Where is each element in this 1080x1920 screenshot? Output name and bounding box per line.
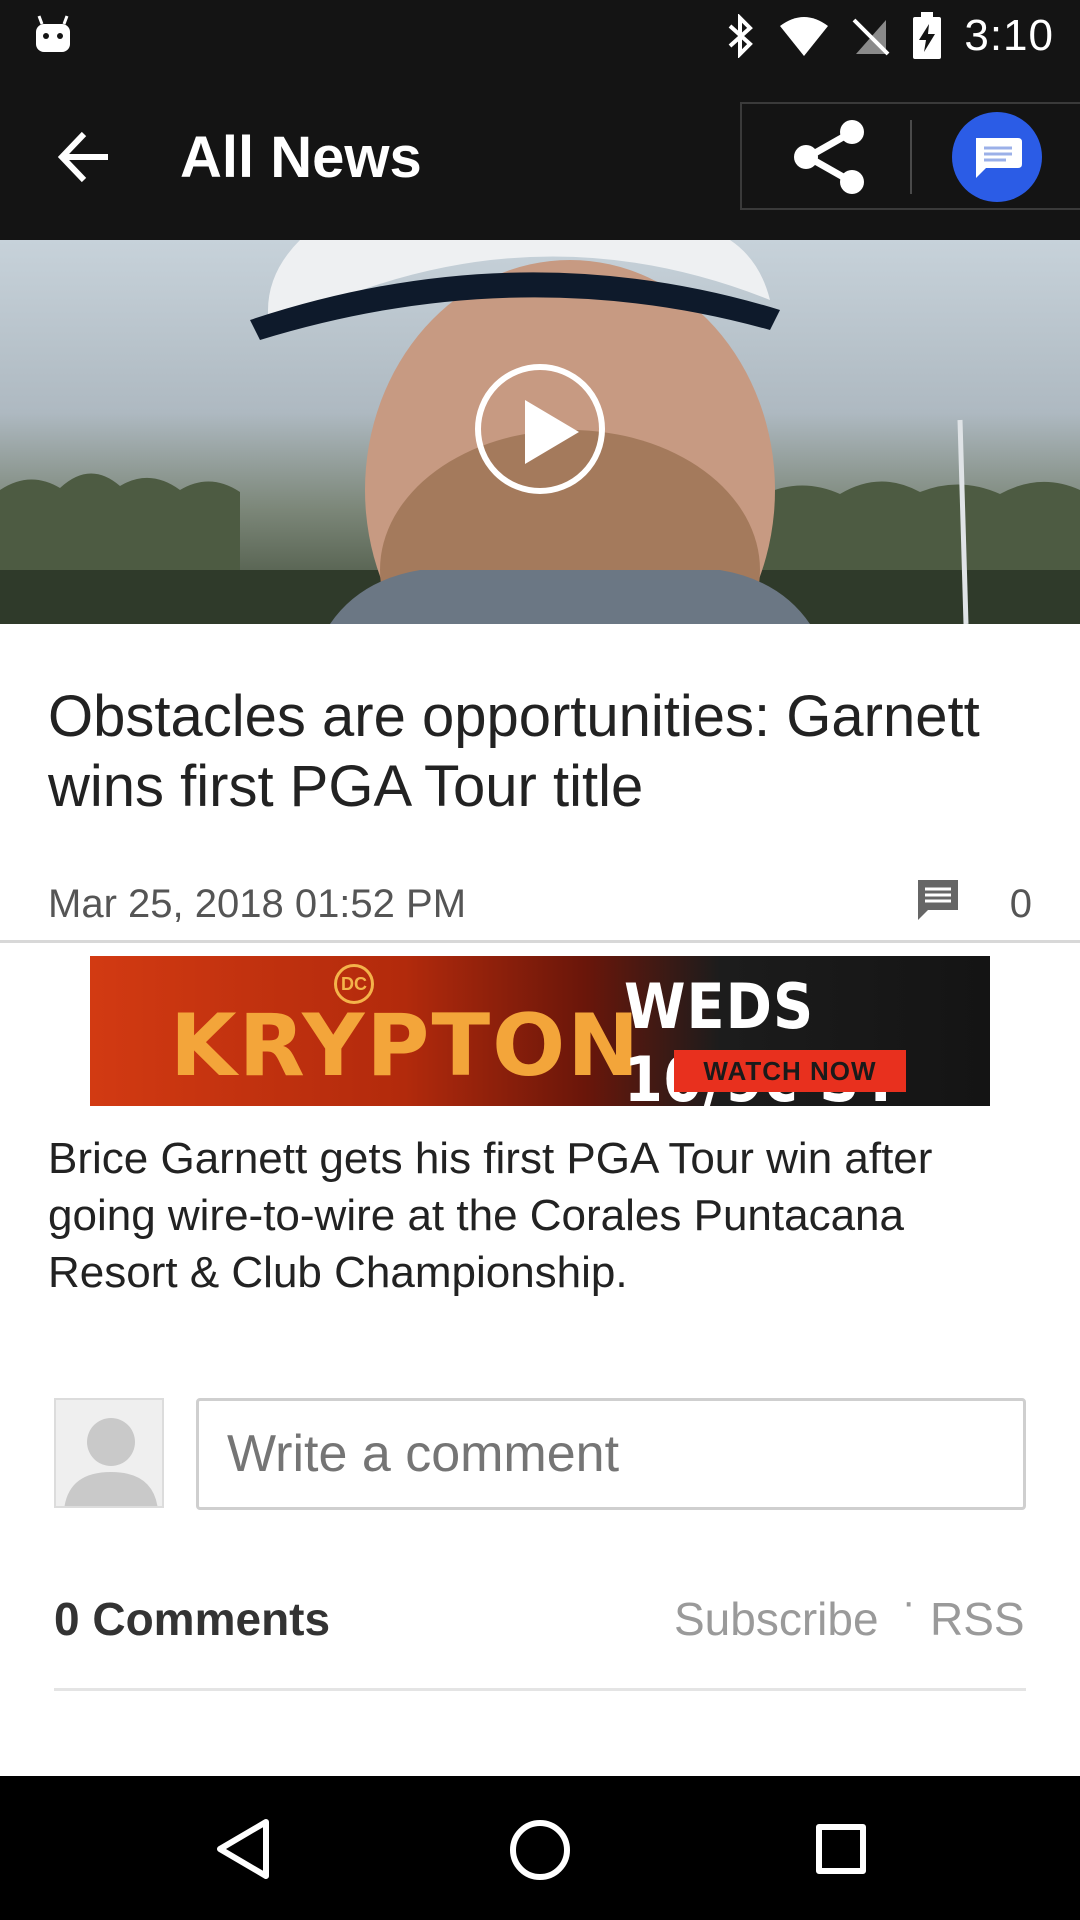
comment-count[interactable]: 0 (1010, 882, 1032, 927)
ad-title: KRYPTON (170, 996, 642, 1096)
divider (54, 1688, 1026, 1691)
system-nav-bar (0, 1776, 1080, 1920)
page-title: All News (180, 125, 422, 190)
link-separator: · (902, 1580, 916, 1624)
action-group (740, 102, 1080, 210)
no-signal-icon (852, 18, 890, 56)
comment-icon[interactable] (916, 878, 960, 922)
battery-charging-icon (913, 12, 942, 59)
nav-home-icon[interactable] (510, 1820, 570, 1880)
android-icon (36, 15, 70, 52)
rss-link[interactable]: RSS (930, 1592, 1025, 1646)
article-summary: Brice Garnett gets his first PGA Tour wi… (48, 1134, 933, 1297)
arrow-left-icon[interactable] (50, 122, 120, 192)
status-time: 3:10 (964, 11, 1054, 60)
wifi-icon (780, 17, 829, 56)
nav-recents-icon[interactable] (816, 1824, 866, 1874)
video-player[interactable] (0, 240, 1080, 624)
article-meta: Mar 25, 2018 01:52 PM 0 (48, 876, 1032, 932)
article-headline: Obstacles are opportunities: Garnett win… (48, 684, 980, 819)
play-icon[interactable] (475, 364, 605, 494)
divider (0, 940, 1080, 943)
ad-watch-now-button[interactable]: WATCH NOW (674, 1050, 906, 1092)
app-bar: All News (0, 72, 1080, 240)
ad-banner[interactable]: DC KRYPTON WEDS 10/9c SY WATCH NOW (90, 956, 990, 1106)
avatar (54, 1398, 164, 1508)
comment-input[interactable] (196, 1398, 1026, 1510)
nav-back-icon[interactable] (210, 1816, 276, 1882)
article-date: Mar 25, 2018 01:52 PM (48, 882, 467, 926)
comments-count-title: 0 Comments (54, 1593, 331, 1645)
action-divider (910, 120, 912, 194)
subscribe-link[interactable]: Subscribe (674, 1592, 879, 1646)
chat-bubble-icon[interactable] (952, 112, 1042, 202)
bluetooth-icon (729, 14, 754, 58)
status-bar: 3:10 (0, 0, 1080, 72)
share-icon[interactable] (786, 114, 872, 200)
